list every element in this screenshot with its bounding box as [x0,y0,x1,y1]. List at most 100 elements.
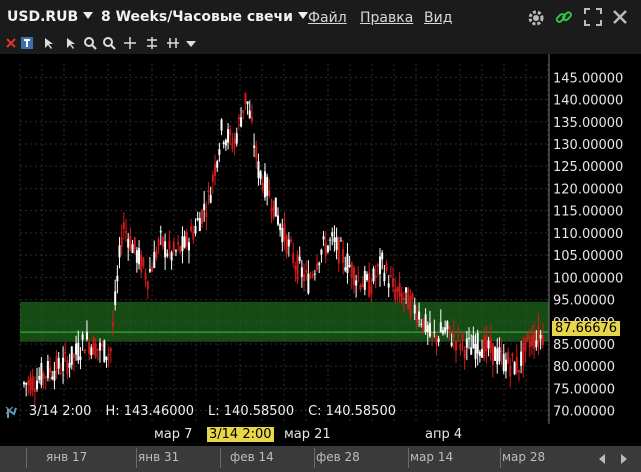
candle-body [526,334,529,339]
zoom-in-icon[interactable] [83,36,97,50]
gear-icon[interactable] [526,8,546,28]
candle-body [424,314,427,333]
candle-body [42,373,45,379]
candle-body [530,335,533,347]
candle-body [279,224,282,231]
period-selector[interactable]: 8 Weeks/Часовые свечи [101,9,308,25]
candle-body [407,288,410,310]
candle-body [140,254,143,273]
candle-body [320,249,323,255]
candle-body [161,236,164,248]
candle-body [77,342,80,361]
close-x-icon[interactable] [4,36,18,50]
menu-view[interactable]: Вид [424,10,452,26]
candle-body [103,340,106,362]
ohlc-high: H: 143.46000 [105,404,195,419]
candle-body [142,257,145,267]
candle-body [463,349,466,359]
candle-body [83,349,86,354]
cursor-icon[interactable] [42,36,56,50]
candle-body [31,376,34,390]
y-tick-label: 145.00000 [553,71,623,86]
candle-body [285,235,288,255]
candle-body [49,367,52,373]
dropdown-icon[interactable] [184,36,198,50]
candle-body [517,369,520,373]
candle-body [57,358,60,369]
candle-body [216,161,219,168]
candle-body [290,239,293,242]
candle-body [190,226,193,232]
candle-body [470,347,473,355]
candle-body [478,351,481,356]
candle-body [476,332,479,354]
menu-edit[interactable]: Правка [360,10,413,26]
timeline-scroll-arrows-icon[interactable] [598,452,628,466]
chart-toolbar [0,34,641,54]
candle-body [120,237,123,248]
timeline-label: фев 14 [230,450,274,464]
x-label-highlight: 3/14 2:00 [207,427,274,442]
candle-body [303,274,306,282]
candle-body [85,331,88,340]
timeline-label: фев 28 [316,450,360,464]
candle-body [496,348,499,365]
candle-body [413,304,416,314]
y-tick-label: 110.00000 [553,227,623,242]
candle-body [174,250,177,252]
candle-body [164,241,167,258]
candle-body [98,342,101,351]
candle-body [94,343,97,358]
candle-body [339,240,342,242]
candle-body [177,242,180,245]
chevron-down-icon [297,12,308,19]
candle-body [448,325,451,332]
candle-body [183,236,186,248]
text-tool-icon[interactable] [20,36,34,50]
crosshair-icon[interactable] [123,36,137,50]
link-icon[interactable] [554,8,574,28]
fit-vertical-icon[interactable] [145,36,159,50]
y-tick-label: 95.00000 [553,294,615,309]
candle-body [44,376,47,378]
candle-body [274,197,277,217]
candle-body [272,200,275,218]
x-label: мар 7 [154,427,193,442]
candle-body [402,297,405,300]
candle-body [209,194,212,203]
y-tick-label: 105.00000 [553,249,623,264]
close-icon[interactable] [612,9,628,25]
price-chart[interactable]: 70.0000075.0000080.0000085.0000090.00000… [0,54,641,450]
candle-body [166,253,169,256]
candle-body [520,351,523,366]
fit-horizontal-icon[interactable] [166,36,180,50]
expand-icon[interactable] [584,8,602,26]
candle-body [431,333,434,335]
candle-body [415,316,418,323]
candle-body [122,222,125,230]
zoom-out-icon[interactable] [102,36,116,50]
candle-body [159,230,162,233]
candle-body [363,270,366,290]
candle-body [524,337,527,352]
candle-body [483,335,486,359]
timeline-navigator[interactable]: янв 17 янв 31 фев 14 фев 28 мар 14 мар 2… [0,446,641,472]
menu-file[interactable]: Файл [308,10,347,26]
candle-body [255,146,258,159]
ohlc-readout: ✕ 3/14 2:00 H: 143.46000 L: 140.58500 C: 140… [0,404,410,419]
y-tick-label: 100.00000 [553,271,623,286]
candle-body [268,189,271,197]
y-tick-label: 140.00000 [553,94,623,109]
candle-body [368,273,371,297]
candle-body [138,248,141,265]
symbol-selector[interactable]: USD.RUB [7,9,94,25]
candle-body [485,335,488,352]
candle-body [38,376,41,380]
cursor-icon-2[interactable] [64,36,78,50]
candle-body [248,110,251,118]
candle-body [131,244,134,253]
candle-body [307,273,310,294]
candle-body [381,252,384,260]
candle-body [498,347,501,362]
y-tick-label: 70.00000 [553,405,615,420]
